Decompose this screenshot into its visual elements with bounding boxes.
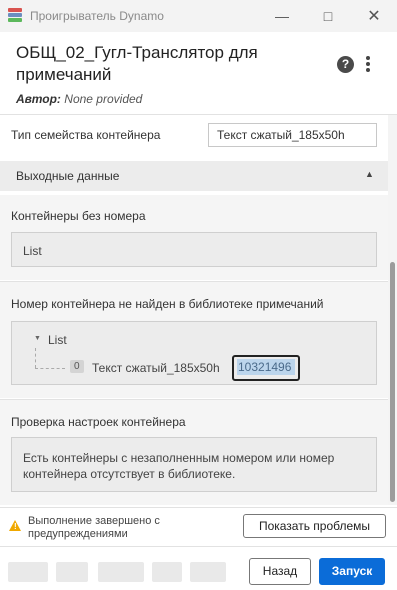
output-value: List — [23, 244, 42, 258]
author-label: Автор: — [16, 92, 61, 106]
blurred-footer-text — [8, 562, 226, 582]
output-panel-not-found: Номер контейнера не найден в библиотеке … — [0, 282, 388, 398]
output-value-box: List — [11, 232, 377, 267]
close-icon[interactable]: ✕ — [351, 0, 397, 32]
author-line: Автор: None provided — [16, 92, 142, 106]
list-root-label: List — [48, 333, 67, 347]
maximize-icon[interactable]: □ — [305, 0, 351, 32]
more-vertical-icon[interactable] — [364, 55, 372, 75]
list-index-badge: 0 — [70, 360, 84, 373]
tree-expand-icon[interactable]: ▼ — [34, 335, 41, 342]
output-label: Номер контейнера не найден в библиотеке … — [11, 297, 324, 311]
highlighted-number-box: 10321496 — [232, 355, 300, 381]
question-circle-icon[interactable]: ? — [337, 56, 354, 73]
back-button[interactable]: Назад — [249, 558, 311, 585]
list-item-number[interactable]: 10321496 — [237, 359, 295, 375]
output-message-box: Есть контейнеры с незаполненным номером … — [11, 437, 377, 492]
status-message: Выполнение завершено с предупреждениями — [28, 515, 160, 540]
list-item-name: Текст сжатый_185x50h — [92, 361, 220, 375]
window-title: Проигрыватель Dynamo — [30, 9, 164, 23]
output-label: Проверка настроек контейнера — [11, 415, 186, 429]
author-value: None provided — [64, 92, 143, 106]
outputs-section-label: Выходные данные — [16, 169, 120, 183]
show-issues-button[interactable]: Показать проблемы — [243, 514, 386, 538]
inputs-outputs-scroll-area[interactable]: Тип семейства контейнера Текст сжатый_18… — [0, 115, 397, 505]
tree-connector-horizontal — [35, 368, 65, 369]
tree-connector-vertical — [35, 348, 36, 368]
output-panel-settings-check: Проверка настроек контейнера Есть контей… — [0, 400, 388, 505]
output-message: Есть контейнеры с незаполненным номером … — [23, 451, 335, 481]
chevron-up-icon[interactable]: ▲ — [365, 169, 374, 179]
minimize-icon[interactable]: — — [259, 0, 305, 32]
footer-divider — [0, 546, 397, 547]
container-family-label: Тип семейства контейнера — [11, 128, 161, 142]
container-family-field[interactable]: Текст сжатый_185x50h — [208, 123, 377, 147]
dynamo-app-icon — [8, 8, 22, 24]
output-panel-no-number: Контейнеры без номера List — [0, 195, 388, 280]
scrollbar-thumb[interactable] — [390, 262, 395, 502]
output-list-box: ▼ List 0 Текст сжатый_185x50h 10321496 — [11, 321, 377, 385]
run-button[interactable]: Запуск — [319, 558, 385, 585]
warning-icon-mark: ! — [14, 522, 17, 531]
script-title: ОБЩ_02_Гугл-Транслятор для примечаний — [16, 43, 258, 84]
window-titlebar: Проигрыватель Dynamo — □ ✕ — [0, 0, 397, 32]
output-label: Контейнеры без номера — [11, 209, 146, 223]
outputs-section-header[interactable]: Выходные данные ▲ — [0, 161, 388, 191]
